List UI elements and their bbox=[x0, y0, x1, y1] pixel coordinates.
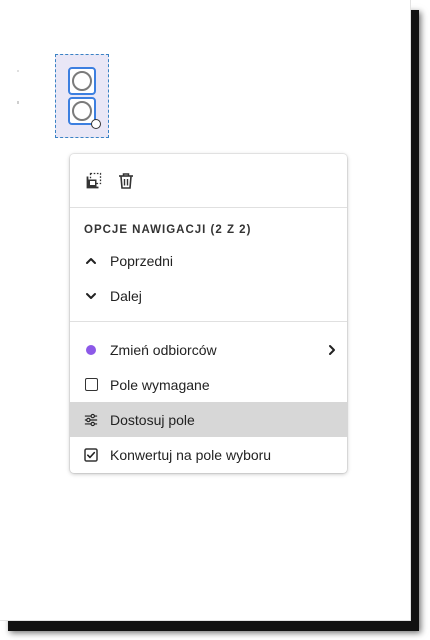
next-option[interactable]: Dalej bbox=[70, 278, 347, 313]
radio-circle bbox=[72, 71, 92, 91]
convert-to-checkbox-label: Konwertuj na pole wyboru bbox=[110, 446, 272, 463]
page-mark bbox=[17, 70, 19, 72]
chevron-down-icon bbox=[84, 289, 98, 303]
menu-divider bbox=[70, 207, 347, 208]
menu-divider bbox=[70, 321, 347, 322]
next-label: Dalej bbox=[110, 287, 142, 304]
required-field-label: Pole wymagane bbox=[110, 376, 210, 393]
menu-toolbar bbox=[70, 154, 347, 207]
resize-handle[interactable] bbox=[91, 119, 101, 129]
radio-circle bbox=[72, 101, 92, 121]
customize-field-label: Dostosuj pole bbox=[110, 411, 195, 428]
radio-button-1[interactable] bbox=[68, 67, 96, 95]
checkbox-checked-icon bbox=[84, 447, 98, 462]
change-recipients-label: Zmień odbiorców bbox=[110, 341, 217, 358]
page-mark bbox=[17, 101, 19, 104]
navigation-options-header: OPCJE NAWIGACJI (2 Z 2) bbox=[84, 224, 252, 236]
duplicate-icon[interactable] bbox=[84, 171, 104, 191]
previous-label: Poprzedni bbox=[110, 252, 174, 269]
sliders-icon bbox=[84, 413, 98, 427]
chevron-up-icon bbox=[84, 254, 98, 268]
radio-group-field[interactable] bbox=[55, 54, 109, 138]
recipient-color-dot-icon bbox=[84, 343, 98, 357]
customize-field-option[interactable]: Dostosuj pole bbox=[70, 402, 347, 437]
previous-option[interactable]: Poprzedni bbox=[70, 243, 347, 278]
change-recipients-option[interactable]: Zmień odbiorców bbox=[70, 332, 347, 367]
required-checkbox[interactable] bbox=[84, 378, 98, 392]
trash-icon[interactable] bbox=[116, 171, 136, 191]
required-field-option[interactable]: Pole wymagane bbox=[70, 367, 347, 402]
context-menu: OPCJE NAWIGACJI (2 Z 2) Poprzedni Dalej … bbox=[70, 154, 347, 473]
document-page: OPCJE NAWIGACJI (2 Z 2) Poprzedni Dalej … bbox=[0, 0, 411, 621]
convert-to-checkbox-option[interactable]: Konwertuj na pole wyboru bbox=[70, 437, 347, 472]
chevron-right-icon bbox=[327, 343, 337, 355]
